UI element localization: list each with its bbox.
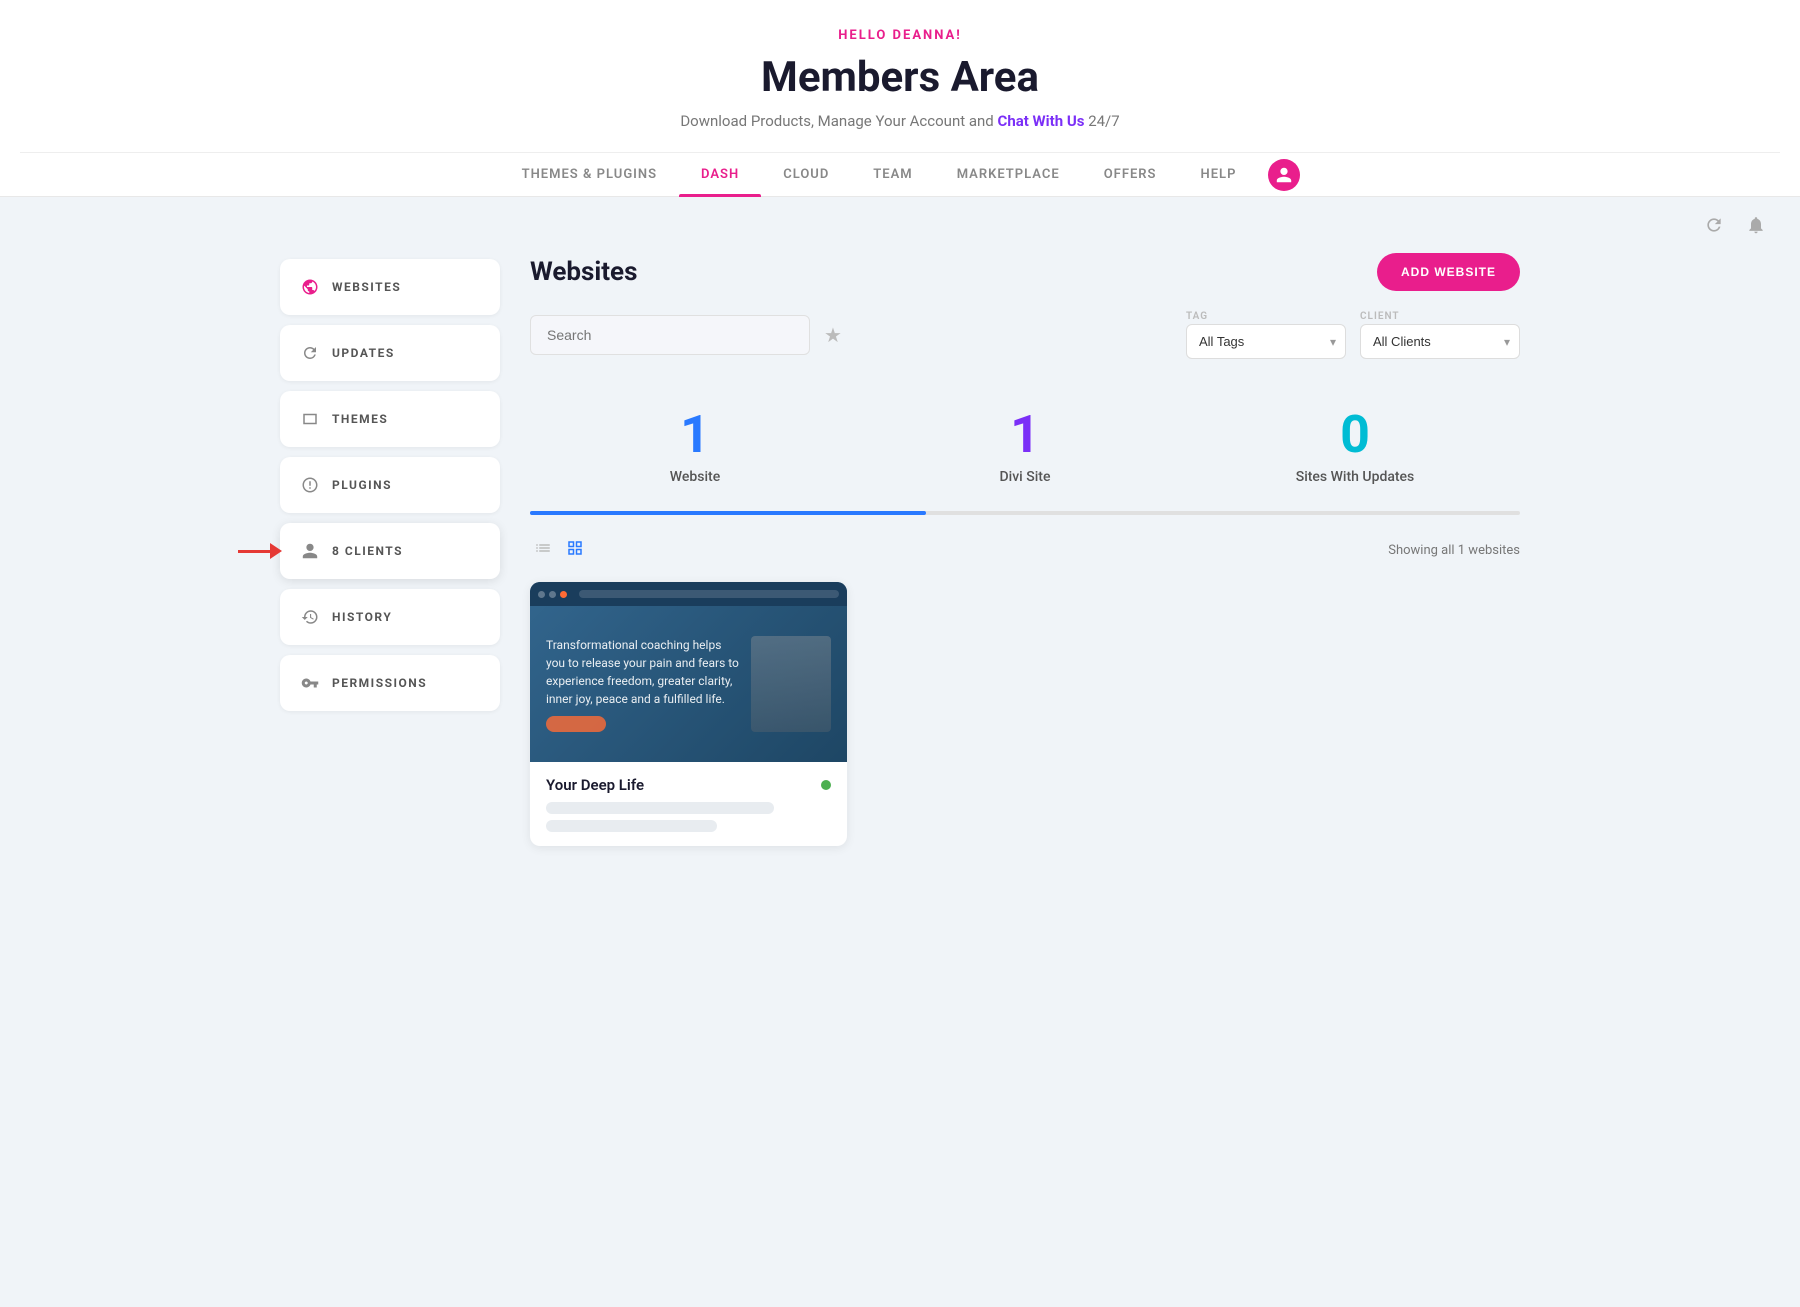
site-card-name: Your Deep Life <box>546 776 644 794</box>
search-input[interactable] <box>530 315 810 355</box>
stat-updates: 0 Sites With Updates <box>1190 389 1520 501</box>
add-website-button[interactable]: ADD WEBSITE <box>1377 253 1520 291</box>
sidebar-item-permissions[interactable]: PERMISSIONS <box>280 655 500 711</box>
site-card-url-bar2 <box>546 820 717 832</box>
site-card-image-inner: Transformational coaching helps you to r… <box>530 582 847 762</box>
history-icon <box>300 607 320 627</box>
bell-icon[interactable] <box>1742 211 1770 239</box>
nav-item-help[interactable]: HELP <box>1179 153 1259 196</box>
cards-grid: Transformational coaching helps you to r… <box>530 582 1520 846</box>
site-card-image: Transformational coaching helps you to r… <box>530 582 847 762</box>
stat-divi-number: 1 <box>870 409 1180 461</box>
sidebar-item-history[interactable]: HISTORY <box>280 589 500 645</box>
showing-text: Showing all 1 websites <box>1388 543 1520 558</box>
site-card-name-row: Your Deep Life <box>546 776 831 794</box>
sidebar-label-websites: WEBSITES <box>332 280 401 294</box>
hello-greeting: HELLO DEANNA! <box>20 28 1780 43</box>
plugins-icon <box>300 475 320 495</box>
page-title: Members Area <box>20 53 1780 102</box>
toolbar-row <box>0 197 1800 253</box>
browser-dot-2 <box>549 591 556 598</box>
site-card-url-bar <box>546 802 774 814</box>
sidebar-label-plugins: PLUGINS <box>332 478 392 492</box>
nav-item-dash[interactable]: DASH <box>679 153 761 196</box>
tag-select-wrapper: All Tags <box>1186 324 1346 359</box>
stat-website-label: Website <box>540 469 850 485</box>
favorites-star-button[interactable]: ★ <box>824 323 842 348</box>
globe-icon <box>300 277 320 297</box>
site-card[interactable]: Transformational coaching helps you to r… <box>530 582 847 846</box>
site-card-body: Transformational coaching helps you to r… <box>530 606 847 762</box>
stat-updates-label: Sites With Updates <box>1200 469 1510 485</box>
avatar[interactable] <box>1268 159 1300 191</box>
clients-icon <box>300 541 320 561</box>
main-layout: WEBSITES UPDATES THEMES PLUGINS <box>250 253 1550 886</box>
active-arrow <box>238 543 282 559</box>
stat-updates-number: 0 <box>1200 409 1510 461</box>
site-card-overlay-text: Transformational coaching helps you to r… <box>546 636 741 708</box>
nav-item-marketplace[interactable]: MARKETPLACE <box>935 153 1082 196</box>
stat-website: 1 Website <box>530 389 860 501</box>
subtitle-text-before: Download Products, Manage Your Account a… <box>680 112 993 130</box>
sidebar-label-themes: THEMES <box>332 412 388 426</box>
client-filter-group: CLIENT All Clients <box>1360 311 1520 359</box>
view-buttons <box>530 535 588 566</box>
updates-icon <box>300 343 320 363</box>
site-card-top-bar <box>530 582 847 606</box>
chat-link[interactable]: Chat With Us <box>998 112 1085 130</box>
sidebar-item-themes[interactable]: THEMES <box>280 391 500 447</box>
stats-row: 1 Website 1 Divi Site 0 Sites With Updat… <box>530 389 1520 501</box>
client-select[interactable]: All Clients <box>1360 324 1520 359</box>
content-header: Websites ADD WEBSITE <box>530 253 1520 291</box>
sidebar-label-history: HISTORY <box>332 610 392 624</box>
client-filter-label: CLIENT <box>1360 311 1520 322</box>
subtitle: Download Products, Manage Your Account a… <box>20 112 1780 130</box>
sidebar-item-updates[interactable]: UPDATES <box>280 325 500 381</box>
permissions-icon <box>300 673 320 693</box>
client-select-wrapper: All Clients <box>1360 324 1520 359</box>
themes-icon <box>300 409 320 429</box>
sidebar-item-clients[interactable]: 8 CLIENTS <box>280 523 500 579</box>
progress-bar-fill <box>530 511 926 515</box>
tag-filter-label: TAG <box>1186 311 1346 322</box>
nav-item-offers[interactable]: OFFERS <box>1082 153 1179 196</box>
browser-dot-1 <box>538 591 545 598</box>
sidebar-item-websites[interactable]: WEBSITES <box>280 259 500 315</box>
nav-item-team[interactable]: TEAM <box>851 153 934 196</box>
content-title: Websites <box>530 257 637 287</box>
sidebar-item-plugins[interactable]: PLUGINS <box>280 457 500 513</box>
stat-divi: 1 Divi Site <box>860 389 1190 501</box>
stat-divi-label: Divi Site <box>870 469 1180 485</box>
nav-item-cloud[interactable]: CLOUD <box>761 153 851 196</box>
refresh-icon[interactable] <box>1700 211 1728 239</box>
subtitle-text-after: 24/7 <box>1088 112 1119 130</box>
main-nav: THEMES & PLUGINS DASH CLOUD TEAM MARKETP… <box>20 152 1780 196</box>
tag-select[interactable]: All Tags <box>1186 324 1346 359</box>
header: HELLO DEANNA! Members Area Download Prod… <box>0 0 1800 197</box>
sidebar-label-updates: UPDATES <box>332 346 395 360</box>
list-view-button[interactable] <box>530 535 556 566</box>
progress-bar <box>530 511 1520 515</box>
site-status-dot <box>821 780 831 790</box>
sidebar: WEBSITES UPDATES THEMES PLUGINS <box>280 253 500 846</box>
content-area: Websites ADD WEBSITE ★ TAG All Tags CLIE… <box>500 253 1520 846</box>
tag-filter-group: TAG All Tags <box>1186 311 1346 359</box>
stat-website-number: 1 <box>540 409 850 461</box>
sidebar-label-permissions: PERMISSIONS <box>332 676 427 690</box>
sidebar-label-clients: 8 CLIENTS <box>332 544 403 558</box>
nav-item-themes-plugins[interactable]: THEMES & PLUGINS <box>500 153 679 196</box>
view-controls-row: Showing all 1 websites <box>530 535 1520 566</box>
browser-dot-3 <box>560 591 567 598</box>
grid-view-button[interactable] <box>562 535 588 566</box>
site-card-footer: Your Deep Life <box>530 762 847 846</box>
filters-row: ★ TAG All Tags CLIENT All Clients <box>530 311 1520 359</box>
